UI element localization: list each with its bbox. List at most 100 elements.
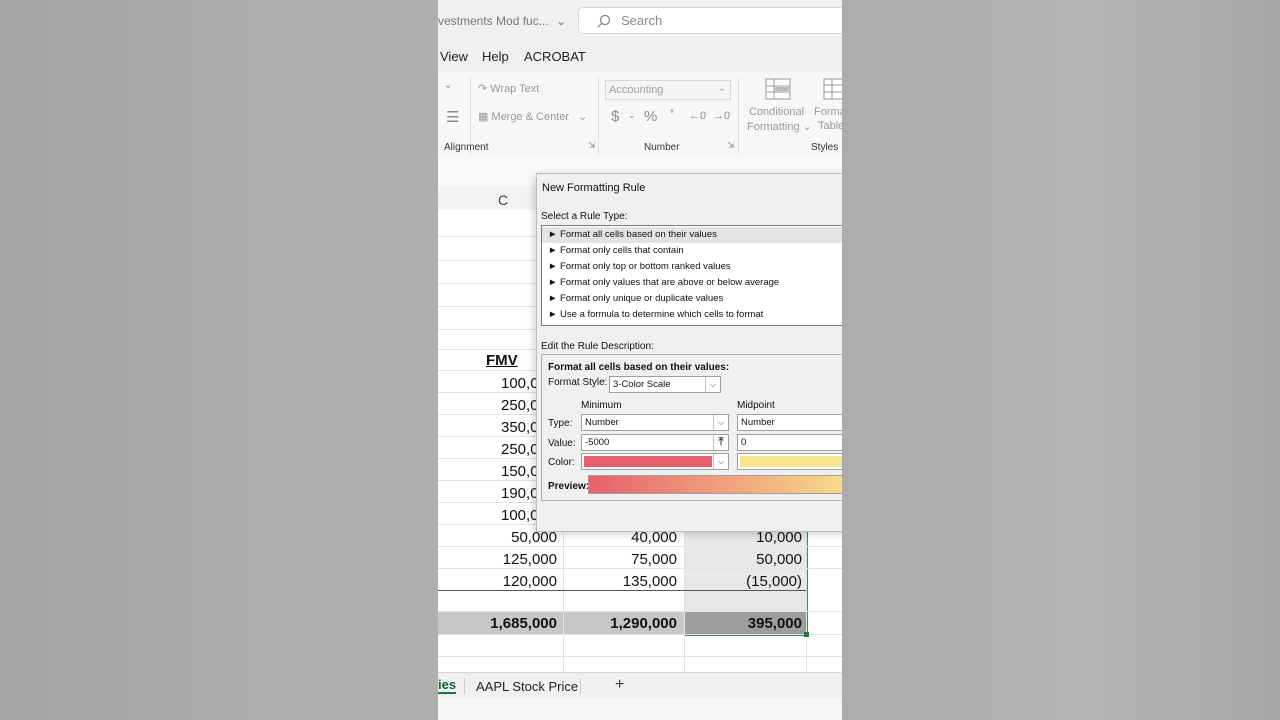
value-label: Value: bbox=[548, 438, 576, 449]
format-style-label: Format Style: bbox=[548, 377, 608, 388]
dialog-launcher-icon[interactable]: ⇲ bbox=[727, 140, 735, 151]
cell-d[interactable]: 135,000 bbox=[623, 573, 677, 590]
chevron-down-icon: ⌵ bbox=[713, 415, 728, 430]
title-bar: vestments Mod fuc... ⌄ Search bbox=[438, 0, 842, 42]
cell-c[interactable]: 120,000 bbox=[503, 573, 557, 590]
wrap-text-button[interactable]: ↷ Wrap Text bbox=[478, 82, 539, 95]
cell-c[interactable]: 125,000 bbox=[503, 551, 557, 568]
merge-icon: ▦ bbox=[478, 111, 489, 123]
total-d[interactable]: 1,290,000 bbox=[610, 615, 677, 632]
sheet-tab-active[interactable]: ies bbox=[438, 677, 457, 694]
chevron-down-icon: ⌵ bbox=[713, 454, 728, 469]
midpoint-color-picker[interactable] bbox=[737, 453, 842, 470]
edit-rule-description-label: Edit the Rule Description: bbox=[541, 341, 654, 352]
total-c[interactable]: 1,685,000 bbox=[490, 615, 557, 632]
menu-help[interactable]: Help bbox=[482, 49, 509, 64]
minimum-type-select[interactable]: Number ⌵ bbox=[581, 414, 729, 431]
menu-view[interactable]: View bbox=[440, 49, 468, 64]
select-rule-type-label: Select a Rule Type: bbox=[541, 211, 628, 222]
total-e[interactable]: 395,000 bbox=[748, 615, 802, 632]
grid-line bbox=[438, 546, 842, 547]
decrease-decimal-icon[interactable]: →0 bbox=[713, 110, 730, 122]
color-label: Color: bbox=[548, 457, 575, 468]
range-selector-icon[interactable]: ⤒ bbox=[713, 435, 728, 450]
add-sheet-button[interactable]: + bbox=[615, 676, 624, 694]
chevron-down-icon[interactable]: ⌄ bbox=[628, 110, 636, 121]
minimum-color-swatch bbox=[584, 456, 712, 467]
midpoint-label: Midpoint bbox=[737, 400, 775, 411]
preview-label: Preview: bbox=[548, 481, 590, 492]
styles-group-label: Styles bbox=[811, 142, 839, 153]
search-placeholder: Search bbox=[621, 13, 663, 28]
chevron-down-icon: ⌄ bbox=[717, 83, 726, 94]
format-as-table-icon bbox=[823, 78, 842, 100]
cell-d[interactable]: 75,000 bbox=[631, 551, 677, 568]
cell-c[interactable]: 150,0 bbox=[501, 463, 539, 480]
dialog-launcher-icon[interactable]: ⇲ bbox=[588, 140, 596, 151]
description-heading: Format all cells based on their values: bbox=[548, 362, 730, 373]
cell-c[interactable]: 100,0 bbox=[501, 507, 539, 524]
alignment-group-label: Alignment bbox=[444, 142, 489, 153]
increase-decimal-icon[interactable]: ←0 bbox=[689, 110, 706, 122]
conditional-formatting-icon bbox=[765, 78, 791, 100]
grid-line bbox=[438, 656, 842, 657]
cell-c[interactable]: 250,0 bbox=[501, 397, 539, 414]
indent-icon[interactable]: ☰ bbox=[446, 108, 459, 126]
rule-type-item[interactable]: ► Use a formula to determine which cells… bbox=[542, 307, 842, 323]
chevron-down-icon[interactable]: ⌄ bbox=[444, 80, 452, 91]
midpoint-value-text: 0 bbox=[741, 437, 747, 448]
rule-type-item[interactable]: ► Format only unique or duplicate values bbox=[542, 291, 842, 307]
minimum-type-value: Number bbox=[585, 417, 619, 428]
search-input[interactable]: Search bbox=[578, 7, 842, 34]
cell-c[interactable]: 350,0 bbox=[501, 419, 539, 436]
rule-type-item[interactable]: ► Format all cells based on their values bbox=[542, 227, 842, 243]
conditional-formatting-button[interactable]: Conditional Formatting ⌄ bbox=[747, 76, 812, 136]
type-label: Type: bbox=[548, 418, 573, 429]
minimum-value-input[interactable]: -5000 ⤒ bbox=[581, 434, 729, 451]
minimum-color-picker[interactable]: ⌵ bbox=[581, 453, 729, 470]
percent-button[interactable]: % bbox=[644, 108, 657, 125]
midpoint-type-select[interactable]: Number bbox=[737, 414, 842, 431]
midpoint-color-swatch bbox=[740, 456, 842, 467]
fill-handle[interactable] bbox=[804, 632, 809, 637]
rule-type-list[interactable]: ► Format all cells based on their values… bbox=[541, 225, 842, 326]
rule-type-item[interactable]: ► Format only cells that contain bbox=[542, 243, 842, 259]
grid-line bbox=[438, 568, 842, 569]
merge-center-label: Merge & Center bbox=[491, 111, 570, 123]
number-group-label: Number bbox=[644, 142, 680, 153]
number-format-select[interactable]: Accounting ⌄ bbox=[605, 80, 731, 100]
status-bar bbox=[438, 698, 842, 720]
total-border-line bbox=[438, 590, 806, 591]
menu-bar: View Help ACROBAT bbox=[438, 42, 842, 72]
midpoint-value-input[interactable]: 0 bbox=[737, 434, 842, 451]
cell-c[interactable]: 100,0 bbox=[501, 375, 539, 392]
cell-c[interactable]: 250,0 bbox=[501, 441, 539, 458]
grid-line bbox=[438, 611, 842, 612]
format-style-select[interactable]: 3-Color Scale ⌵ bbox=[609, 376, 721, 393]
cell-c[interactable]: 190,0 bbox=[501, 485, 539, 502]
group-divider bbox=[598, 78, 599, 154]
ribbon: ⌄ ☰ ↷ Wrap Text ▦ Merge & Center ⌄ Alignme… bbox=[438, 72, 842, 159]
wrap-text-icon: ↷ bbox=[478, 83, 488, 95]
midpoint-type-value: Number bbox=[741, 417, 775, 428]
search-icon bbox=[597, 14, 611, 28]
menu-acrobat[interactable]: ACROBAT bbox=[524, 49, 586, 64]
fmv-header[interactable]: FMV bbox=[486, 352, 518, 369]
column-header-c[interactable]: C bbox=[498, 192, 508, 208]
merge-center-button[interactable]: ▦ Merge & Center ⌄ bbox=[478, 110, 587, 123]
document-title[interactable]: vestments Mod fuc... ⌄ bbox=[438, 14, 566, 28]
cell-e[interactable]: 50,000 bbox=[756, 551, 802, 568]
format-as-table-button[interactable]: Forma Table bbox=[814, 76, 842, 136]
comma-style-button[interactable]: ’ bbox=[670, 106, 674, 126]
rule-type-item[interactable]: ► Format only values that are above or b… bbox=[542, 275, 842, 291]
tab-divider bbox=[580, 678, 581, 694]
currency-button[interactable]: $ bbox=[611, 108, 619, 125]
conditional-formatting-label-2: Formatting ⌄ bbox=[747, 121, 812, 133]
new-formatting-rule-dialog: New Formatting Rule Select a Rule Type: … bbox=[536, 173, 842, 532]
wrap-text-label: Wrap Text bbox=[490, 83, 540, 95]
sheet-tab-aapl-stock-price[interactable]: AAPL Stock Price bbox=[476, 679, 578, 694]
rule-type-item[interactable]: ► Format only top or bottom ranked value… bbox=[542, 259, 842, 275]
cell-e[interactable]: (15,000) bbox=[746, 573, 802, 590]
minimum-value-text: -5000 bbox=[585, 437, 610, 448]
tab-divider bbox=[464, 678, 465, 694]
